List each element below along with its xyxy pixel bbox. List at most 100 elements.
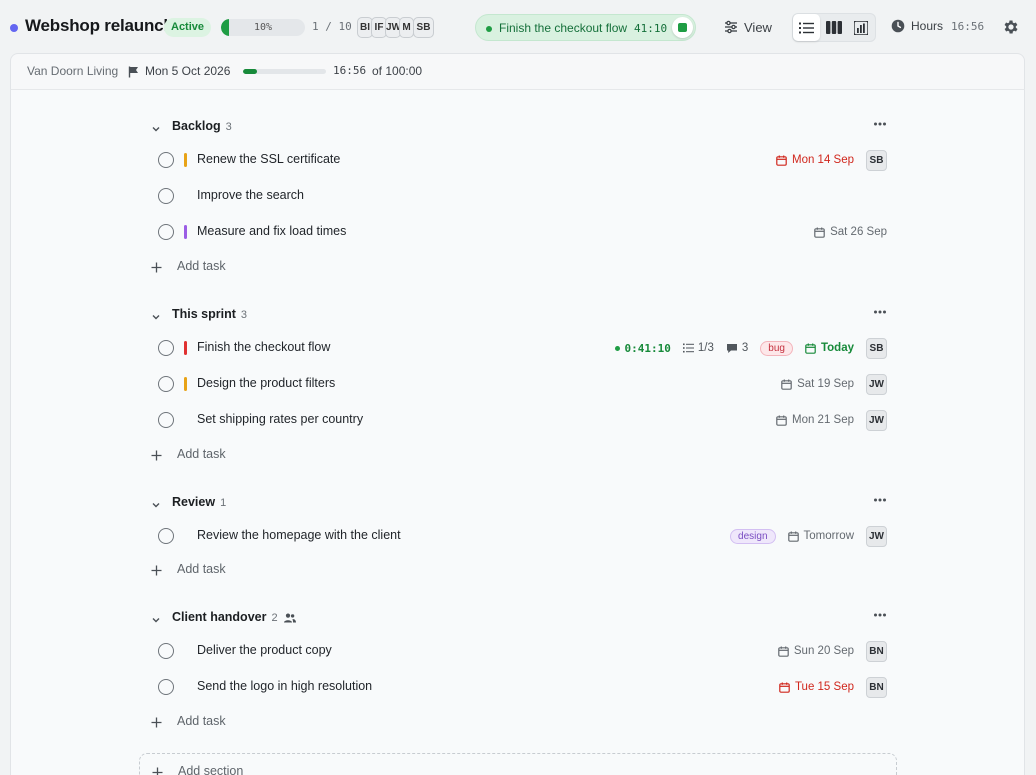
assignee-avatar[interactable]: BN — [866, 676, 887, 698]
task-row[interactable]: Set shipping rates per country Mon 21 Se… — [11, 405, 1026, 435]
task-due-date[interactable]: Sat 26 Sep — [814, 226, 887, 238]
task-title[interactable]: Improve the search — [197, 188, 304, 202]
priority-marker — [184, 153, 187, 167]
more-icon[interactable] — [873, 303, 887, 326]
task-due-date[interactable]: Tue 15 Sep — [779, 681, 854, 693]
task-due-date[interactable]: Mon 14 Sep — [776, 154, 854, 166]
priority-marker — [184, 341, 187, 355]
task-due-date-label: Sat 26 Sep — [830, 226, 887, 238]
calendar-icon — [787, 531, 799, 542]
calendar-icon — [778, 646, 789, 657]
add-section-button[interactable]: Add section — [139, 753, 897, 775]
more-icon[interactable] — [873, 606, 887, 629]
active-timer[interactable]: Finish the checkout flow 41:10 — [475, 14, 696, 41]
section-header-backlog[interactable]: Backlog 3 — [11, 115, 1026, 139]
task-checkbox[interactable] — [158, 224, 174, 240]
section-count: 3 — [240, 309, 248, 321]
status-badge[interactable]: Active — [164, 18, 212, 37]
client-name[interactable]: Van Doorn Living — [27, 64, 118, 78]
section-header-review[interactable]: Review 1 — [11, 491, 1026, 515]
task-title[interactable]: Design the product filters — [197, 376, 335, 390]
chevron-down-icon[interactable] — [151, 309, 161, 327]
task-checkbox[interactable] — [158, 412, 174, 428]
task-row[interactable]: Send the logo in high resolution Tue 15 … — [11, 672, 1026, 702]
task-checkbox[interactable] — [158, 340, 174, 356]
task-due-date[interactable]: Mon 21 Sep — [776, 414, 854, 426]
task-due-date-label: Tomorrow — [803, 530, 854, 542]
view-options-button[interactable]: View — [724, 17, 772, 37]
subtask-count-label: 1/3 — [697, 342, 714, 354]
task-due-date[interactable]: Today — [805, 342, 854, 354]
list-view-icon[interactable] — [793, 14, 821, 41]
assignee-avatar[interactable]: BN — [866, 640, 887, 662]
assignee-avatar[interactable]: SB — [866, 337, 887, 359]
plus-icon — [152, 765, 163, 775]
more-icon[interactable] — [873, 491, 887, 514]
hours-summary[interactable]: Hours 16:56 — [891, 19, 984, 33]
comment-icon — [726, 343, 737, 353]
gear-icon[interactable] — [1002, 18, 1020, 41]
project-title[interactable]: Webshop relaunch — [25, 16, 174, 36]
task-row[interactable]: Design the product filters Sat 19 Sep JW — [11, 369, 1026, 399]
due-date[interactable]: Mon 5 Oct 2026 — [145, 64, 230, 78]
task-due-date[interactable]: Sat 19 Sep — [781, 378, 854, 390]
comment-count[interactable]: 3 — [726, 342, 748, 354]
task-due-date[interactable]: Sun 20 Sep — [778, 645, 854, 657]
project-color-dot — [10, 24, 18, 32]
task-checkbox[interactable] — [158, 188, 174, 204]
view-label: View — [744, 19, 772, 35]
subtask-count[interactable]: 1/3 — [682, 342, 714, 354]
avatar[interactable]: M — [399, 17, 414, 38]
task-title[interactable]: Deliver the product copy — [197, 643, 332, 657]
assignee-avatar[interactable]: JW — [866, 373, 887, 395]
task-row[interactable]: Review the homepage with the client desi… — [11, 521, 1026, 551]
task-due-date[interactable]: Tomorrow — [787, 530, 854, 542]
avatar[interactable]: SB — [413, 17, 434, 38]
assignee-avatar[interactable]: JW — [866, 525, 887, 547]
section-header-this-sprint[interactable]: This sprint 3 — [11, 303, 1026, 327]
stop-icon[interactable] — [672, 17, 693, 38]
assignee-avatar[interactable]: SB — [866, 149, 887, 171]
add-task-button[interactable]: Add task — [11, 444, 1026, 464]
task-checkbox[interactable] — [158, 679, 174, 695]
board-view-icon[interactable] — [820, 14, 847, 41]
plus-icon — [151, 715, 162, 733]
assignee-avatar[interactable]: JW — [866, 409, 887, 431]
task-title[interactable]: Set shipping rates per country — [197, 412, 363, 426]
task-row[interactable]: Finish the checkout flow 0:41:10 1/3 3 b… — [11, 333, 1026, 363]
running-timer[interactable]: 0:41:10 — [614, 342, 671, 355]
add-task-button[interactable]: Add task — [11, 711, 1026, 731]
task-checkbox[interactable] — [158, 152, 174, 168]
task-row[interactable]: Deliver the product copy Sun 20 Sep BN — [11, 636, 1026, 666]
section-header-client-handover[interactable]: Client handover 2 — [11, 606, 1026, 630]
task-checkbox[interactable] — [158, 376, 174, 392]
task-checkbox[interactable] — [158, 528, 174, 544]
task-title[interactable]: Renew the SSL certificate — [197, 152, 340, 166]
hours-value: 16:56 — [951, 19, 985, 33]
calendar-icon — [781, 379, 792, 390]
chevron-down-icon[interactable] — [151, 497, 161, 515]
plus-icon — [151, 563, 162, 581]
tag-badge[interactable]: design — [730, 528, 776, 544]
task-title[interactable]: Send the logo in high resolution — [197, 679, 372, 693]
comment-count-label: 3 — [741, 342, 749, 354]
add-task-button[interactable]: Add task — [11, 559, 1026, 579]
chevron-down-icon[interactable] — [151, 612, 161, 630]
task-title[interactable]: Finish the checkout flow — [197, 340, 330, 354]
chart-view-icon[interactable] — [848, 14, 875, 41]
add-task-button[interactable]: Add task — [11, 256, 1026, 276]
more-icon[interactable] — [873, 115, 887, 138]
timer-running-dot — [614, 345, 620, 351]
section-title: This sprint — [172, 307, 236, 321]
task-checkbox[interactable] — [158, 643, 174, 659]
task-title[interactable]: Measure and fix load times — [197, 224, 346, 238]
chevron-down-icon[interactable] — [151, 121, 161, 139]
add-task-label: Add task — [177, 259, 226, 273]
task-row[interactable]: Measure and fix load times Sat 26 Sep — [11, 217, 1026, 247]
task-row[interactable]: Renew the SSL certificate Mon 14 Sep SB — [11, 145, 1026, 175]
view-mode-switcher[interactable] — [792, 13, 876, 42]
plus-icon — [151, 260, 162, 278]
task-row[interactable]: Improve the search — [11, 181, 1026, 211]
task-title[interactable]: Review the homepage with the client — [197, 528, 401, 542]
tag-badge[interactable]: bug — [760, 340, 793, 356]
